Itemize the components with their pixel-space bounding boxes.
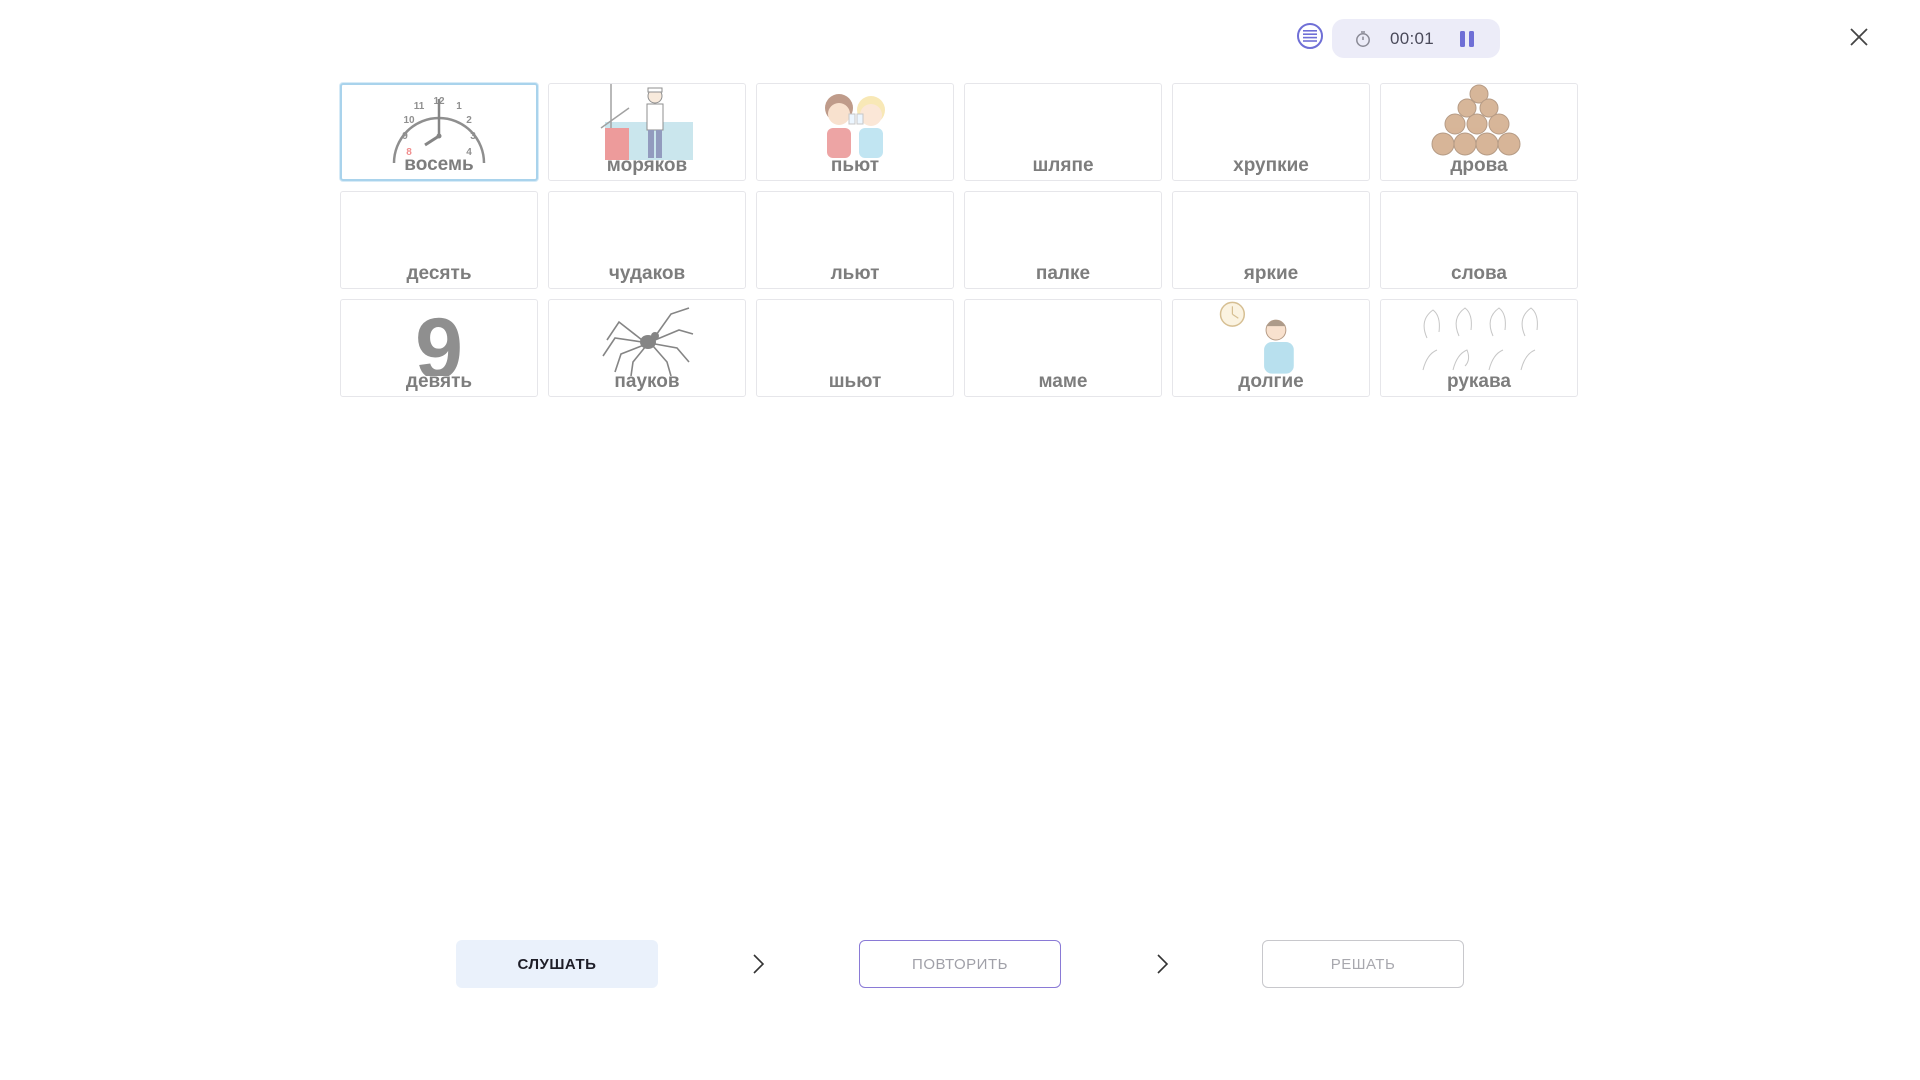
bottom-action-bar: СЛУШАТЬ ПОВТОРИТЬ РЕШАТЬ [0,940,1920,988]
spider-icon [549,300,745,376]
card-word: палке [1035,263,1091,284]
word-card-devyat[interactable]: 9 девять [340,299,538,397]
pause-icon [1460,30,1475,47]
card-word: девять [405,371,473,392]
clock-number-1: 1 [456,101,462,112]
card-word: яркие [1243,263,1299,284]
close-button[interactable] [1846,24,1872,50]
timer-value: 00:01 [1390,28,1435,48]
sailor-icon [549,84,745,160]
card-word: пауков [614,371,680,392]
word-card-shlyape[interactable]: шляпе [964,83,1162,181]
list-lines-icon [1303,30,1317,42]
word-card-vosem[interactable]: 12 1 2 3 4 8 9 10 11 восемь [340,83,538,181]
clock-number-10: 10 [403,115,415,126]
word-card-shyut[interactable]: шьют [756,299,954,397]
clock-icon: 12 1 2 3 4 8 9 10 11 [342,85,536,163]
listen-button[interactable]: СЛУШАТЬ [456,940,658,988]
clock-number-9: 9 [402,131,408,142]
menu-list-icon[interactable] [1297,23,1323,49]
card-word: моряков [606,155,688,176]
card-word: льют [830,263,880,284]
word-card-palke[interactable]: палке [964,191,1162,289]
word-card-dolgie[interactable]: долгие [1172,299,1370,397]
children-drinking-icon [757,84,953,160]
word-grid: 12 1 2 3 4 8 9 10 11 восемь [340,83,1578,397]
card-word: хрупкие [1233,155,1309,176]
card-word: восемь [404,154,474,175]
firewood-icon [1381,84,1577,160]
card-word: рукава [1447,371,1511,392]
digit-nine-icon: 9 [341,300,537,376]
pause-button[interactable] [1456,28,1478,50]
chevron-right-icon [753,954,765,974]
stopwatch-icon [1356,30,1370,47]
word-card-chudakov[interactable]: чудаков [548,191,746,289]
word-card-desyat[interactable]: десять [340,191,538,289]
card-word: шьют [828,371,882,392]
word-card-yarkie[interactable]: яркие [1172,191,1370,289]
word-card-rukava[interactable]: рукава [1380,299,1578,397]
word-card-moryakov[interactable]: моряков [548,83,746,181]
word-card-slova[interactable]: слова [1380,191,1578,289]
repeat-button[interactable]: ПОВТОРИТЬ [859,940,1061,988]
chevron-right-icon [1157,954,1169,974]
word-card-lyut[interactable]: льют [756,191,954,289]
digit-nine-text: 9 [415,301,463,376]
card-word: шляпе [1032,155,1094,176]
word-card-pyut[interactable]: пьют [756,83,954,181]
card-word: слова [1451,263,1507,284]
word-card-mame[interactable]: маме [964,299,1162,397]
timer-pill: 00:01 [1332,19,1500,58]
clock-number-11: 11 [414,101,425,112]
word-card-khrupkie[interactable]: хрупкие [1172,83,1370,181]
card-word: дрова [1450,155,1508,176]
word-card-drova[interactable]: дрова [1380,83,1578,181]
card-word: пьют [830,155,880,176]
card-word: десять [406,263,472,284]
waiting-man-icon [1173,300,1369,376]
card-word: маме [1038,371,1088,392]
word-card-paukov[interactable]: пауков [548,299,746,397]
card-word: чудаков [608,263,686,284]
sleeves-icon [1381,300,1577,376]
clock-number-2: 2 [466,115,472,126]
card-word: долгие [1238,371,1304,392]
clock-number-3: 3 [470,131,476,142]
top-bar: 00:01 [0,0,1920,80]
close-icon [1850,28,1868,46]
solve-button[interactable]: РЕШАТЬ [1262,940,1464,988]
